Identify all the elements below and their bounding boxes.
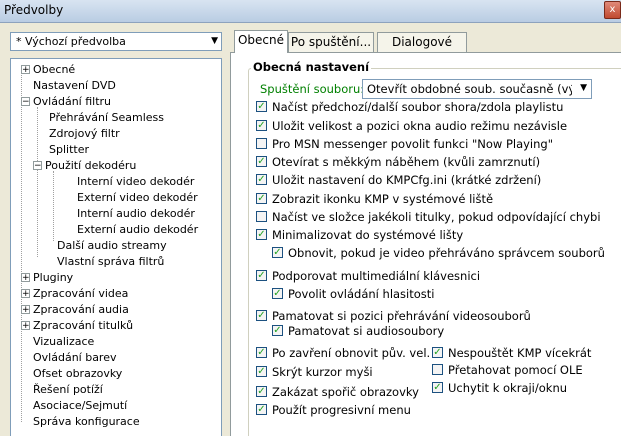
window-title: Předvolby — [4, 3, 64, 17]
checkbox-box[interactable]: ✓ — [256, 156, 267, 167]
checkbox-box[interactable]: ✓ — [256, 347, 267, 358]
expand-icon[interactable]: + — [21, 289, 30, 299]
checkbox-box[interactable]: ✓ — [256, 193, 267, 204]
expand-icon[interactable]: + — [21, 305, 30, 315]
checkbox-box[interactable]: ✓ — [256, 366, 267, 377]
tab-dialog-window[interactable]: Dialogové okno — [377, 32, 467, 67]
chevron-down-icon: ▼ — [211, 36, 218, 46]
checkbox-box[interactable]: ✓ — [272, 247, 283, 258]
checkbox-box[interactable]: ✓ — [256, 229, 267, 240]
collapse-icon[interactable]: − — [21, 97, 30, 107]
checkbox-box[interactable] — [432, 364, 443, 375]
launch-mode-value: Otevřít obdobné soub. současně (výc — [367, 82, 572, 96]
checkbox-box[interactable]: ✓ — [256, 386, 267, 397]
expand-icon[interactable]: + — [21, 273, 30, 283]
tree-line — [53, 171, 54, 241]
checkbox-box[interactable]: ✓ — [256, 270, 267, 281]
checkbox-box[interactable]: ✓ — [256, 174, 267, 185]
tab-after-launch[interactable]: Po spuštění... — [288, 32, 374, 52]
title-bar: Předvolby x — [0, 0, 621, 23]
expand-icon[interactable]: + — [21, 65, 30, 75]
group-title: Obecná nastavení — [251, 60, 372, 74]
tab-general[interactable]: Obecné — [234, 30, 288, 53]
checkbox-box[interactable]: ✓ — [256, 101, 267, 112]
collapse-icon[interactable]: − — [33, 161, 42, 171]
close-icon[interactable]: x — [604, 1, 621, 19]
launch-mode-select[interactable]: Otevřít obdobné soub. současně (výc ▼ — [362, 79, 592, 99]
checkbox-box[interactable]: ✓ — [432, 382, 443, 393]
checkbox-box[interactable] — [256, 138, 267, 149]
preset-value: * Výchozí předvolba — [16, 35, 126, 48]
expand-icon[interactable]: + — [21, 321, 30, 331]
checkbox-box[interactable]: ✓ — [256, 404, 267, 415]
chevron-down-icon: ▼ — [580, 83, 587, 93]
checkbox-box[interactable]: ✓ — [272, 288, 283, 299]
checkbox-box[interactable] — [256, 211, 267, 222]
launch-label: Spuštění souboru: — [260, 82, 365, 96]
tree-line — [37, 107, 38, 257]
checkbox-box[interactable]: ✓ — [432, 347, 443, 358]
tree-line — [21, 70, 22, 422]
checkbox-box[interactable]: ✓ — [256, 120, 267, 131]
checkbox-box[interactable]: ✓ — [272, 325, 283, 336]
checkbox-box[interactable]: ✓ — [256, 310, 267, 321]
settings-tree[interactable]: + Obecné Nastavení DVD − Ovládání filtru P… — [10, 58, 222, 436]
preset-dropdown[interactable]: * Výchozí předvolba ▼ — [10, 32, 222, 51]
